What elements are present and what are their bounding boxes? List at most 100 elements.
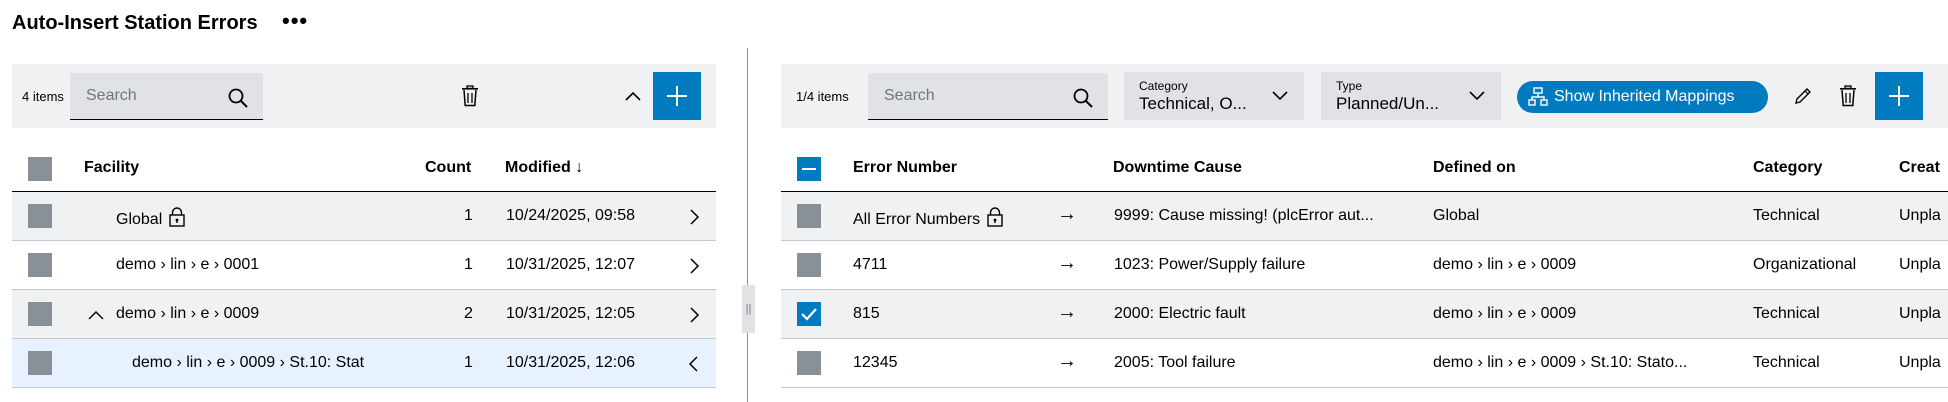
downtime-cause: 1023: Power/Supply failure: [1114, 256, 1306, 273]
modified-value: 10/31/2025, 12:07: [506, 256, 636, 273]
facility-search-input[interactable]: [86, 87, 226, 105]
row-checkbox[interactable]: [797, 351, 821, 375]
facility-name: demo › lin › e › 0009: [116, 305, 260, 322]
item-count: 4 items: [22, 89, 64, 104]
type-value: Planned/Un...: [1336, 94, 1440, 113]
error-search[interactable]: [868, 73, 1108, 120]
count-value: 2: [464, 305, 473, 322]
checkmark-icon: [801, 308, 817, 321]
chevron-left-icon[interactable]: [687, 356, 701, 372]
table-row-selected[interactable]: demo › lin › e › 0009 › St.10: Stat 1 10…: [12, 339, 716, 388]
error-number: 12345: [853, 354, 898, 371]
downtime-cause: 2005: Tool failure: [1114, 354, 1236, 371]
chevron-right-icon[interactable]: [687, 307, 701, 323]
lock-icon: [987, 207, 1003, 227]
facility-name: Global: [116, 211, 163, 228]
modified-value: 10/31/2025, 12:05: [506, 305, 636, 322]
add-mapping-button[interactable]: [1875, 72, 1923, 120]
column-created[interactable]: Creat: [1899, 159, 1940, 177]
created-type: Unpla: [1899, 305, 1941, 322]
facility-name: demo › lin › e › 0009 › St.10: Stat: [132, 354, 365, 371]
downtime-cause: 9999: Cause missing! (plcError aut...: [1114, 207, 1374, 224]
chevron-up-icon[interactable]: [88, 310, 104, 320]
error-number: 4711: [853, 256, 888, 273]
table-row[interactable]: 4711 → 1023: Power/Supply failure demo ›…: [781, 241, 1948, 290]
row-checkbox[interactable]: [28, 253, 52, 277]
trash-icon: [462, 85, 478, 107]
pencil-icon: [1795, 88, 1811, 104]
trash-icon: [1840, 85, 1856, 107]
row-checkbox[interactable]: [797, 204, 821, 228]
resize-handle[interactable]: ||: [742, 285, 755, 333]
error-number: All Error Numbers: [853, 211, 981, 228]
chevron-right-icon[interactable]: [687, 209, 701, 225]
created-type: Unpla: [1899, 207, 1941, 224]
facility-table-header: Facility Count Modified ↓: [12, 146, 716, 192]
row-checkbox[interactable]: [28, 204, 52, 228]
column-downtime-cause[interactable]: Downtime Cause: [1113, 159, 1242, 177]
category: Organizational: [1753, 256, 1857, 273]
edit-button[interactable]: [1787, 80, 1819, 112]
error-toolbar: 1/4 items Category Technical, O... Type …: [781, 64, 1948, 128]
modified-value: 10/31/2025, 12:06: [506, 354, 636, 371]
delete-button[interactable]: [454, 80, 486, 112]
collapse-button[interactable]: [617, 80, 649, 112]
table-row[interactable]: 12345 → 2005: Tool failure demo › lin › …: [781, 339, 1948, 388]
defined-on: demo › lin › e › 0009: [1433, 305, 1577, 322]
panel-divider: [747, 48, 748, 402]
show-inherited-mappings-button[interactable]: Show Inherited Mappings: [1517, 81, 1768, 113]
count-value: 1: [464, 256, 473, 273]
search-icon: [228, 88, 248, 108]
chevron-down-icon: [1272, 91, 1288, 101]
table-row[interactable]: Global 1 10/24/2025, 09:58: [12, 192, 716, 241]
chevron-right-icon[interactable]: [687, 258, 701, 274]
hierarchy-icon: [1528, 87, 1548, 106]
row-checkbox[interactable]: [28, 351, 52, 375]
defined-on: demo › lin › e › 0009: [1433, 256, 1577, 273]
chevron-up-icon: [625, 91, 641, 101]
facility-search[interactable]: [70, 73, 263, 120]
facility-toolbar: 4 items: [12, 64, 716, 128]
add-facility-button[interactable]: [653, 72, 701, 120]
chevron-down-icon: [1469, 91, 1485, 101]
column-facility[interactable]: Facility: [84, 159, 139, 177]
search-icon: [1073, 88, 1093, 108]
defined-on: demo › lin › e › 0009 › St.10: Stato...: [1433, 354, 1688, 371]
row-checkbox[interactable]: [797, 253, 821, 277]
column-error-number[interactable]: Error Number: [853, 159, 957, 177]
category: Technical: [1753, 207, 1820, 224]
category-dropdown[interactable]: Category Technical, O...: [1124, 72, 1304, 120]
column-defined-on[interactable]: Defined on: [1433, 159, 1516, 177]
table-row[interactable]: demo › lin › e › 0009 2 10/31/2025, 12:0…: [12, 290, 716, 339]
category-label: Category: [1139, 79, 1188, 93]
category: Technical: [1753, 354, 1820, 371]
maps-to-arrow-icon: →: [1057, 301, 1077, 323]
created-type: Unpla: [1899, 256, 1941, 273]
delete-button[interactable]: [1832, 80, 1864, 112]
category: Technical: [1753, 305, 1820, 322]
row-checkbox-checked[interactable]: [797, 302, 821, 326]
table-row[interactable]: 815 → 2000: Electric fault demo › lin › …: [781, 290, 1948, 339]
downtime-cause: 2000: Electric fault: [1114, 305, 1246, 322]
error-table-header: Error Number Downtime Cause Defined on C…: [781, 146, 1948, 192]
maps-to-arrow-icon: →: [1057, 252, 1077, 274]
type-dropdown[interactable]: Type Planned/Un...: [1321, 72, 1501, 120]
column-category[interactable]: Category: [1753, 159, 1822, 177]
plus-icon: [1889, 86, 1909, 106]
row-checkbox[interactable]: [28, 302, 52, 326]
select-all-checkbox[interactable]: [797, 157, 821, 181]
table-row[interactable]: demo › lin › e › 0001 1 10/31/2025, 12:0…: [12, 241, 716, 290]
item-count: 1/4 items: [796, 89, 849, 104]
table-row[interactable]: All Error Numbers → 9999: Cause missing!…: [781, 192, 1948, 241]
maps-to-arrow-icon: →: [1057, 203, 1077, 225]
category-value: Technical, O...: [1139, 94, 1247, 113]
more-options-icon[interactable]: •••: [282, 10, 308, 32]
select-all-checkbox[interactable]: [28, 157, 52, 181]
error-number: 815: [853, 305, 880, 322]
error-search-input[interactable]: [884, 87, 1024, 105]
modified-value: 10/24/2025, 09:58: [506, 207, 636, 224]
defined-on: Global: [1433, 207, 1480, 224]
column-count[interactable]: Count: [425, 159, 471, 177]
page-title: Auto-Insert Station Errors: [12, 12, 258, 34]
column-modified[interactable]: Modified ↓: [505, 159, 583, 177]
